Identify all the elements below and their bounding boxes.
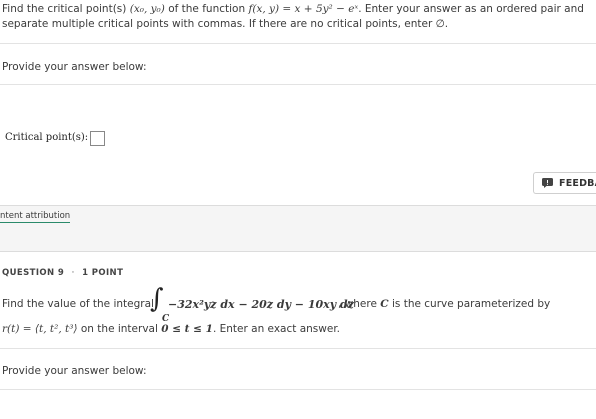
q9-interval-prefix: on the interval bbox=[80, 323, 158, 335]
divider bbox=[0, 43, 596, 44]
q9-param-expr: r(t) = ⟨t, t², t³⟩ bbox=[2, 323, 78, 335]
q9-curve-var: C bbox=[380, 298, 389, 310]
attribution-band bbox=[0, 205, 596, 251]
divider bbox=[0, 348, 596, 349]
divider bbox=[0, 251, 596, 252]
q9-prompt-prefix: Find the value of the integral bbox=[2, 298, 154, 310]
feedback-label: FEEDBACK bbox=[559, 177, 596, 189]
q9-header-sep: · bbox=[71, 268, 75, 278]
q8-function-expr: f(x, y) = x + 5y² − eˣ bbox=[248, 3, 359, 15]
integral-symbol: ∫ bbox=[150, 284, 164, 314]
q9-provide-answer-label: Provide your answer below: bbox=[2, 365, 147, 377]
q9-interval-suffix: . Enter an exact answer. bbox=[212, 323, 341, 335]
q8-prompt-prefix: Find the critical point(s) bbox=[2, 3, 127, 15]
q9-prompt-line-2: r(t) = ⟨t, t², t³⟩ on the interval 0 ≤ t… bbox=[2, 322, 340, 337]
q9-integrand: −32x²yz dx − 20z dy − 10xy dz bbox=[168, 298, 354, 311]
question-8-prompt-line-1: Find the critical point(s) (x₀, y₀) of t… bbox=[2, 2, 584, 17]
divider bbox=[0, 389, 596, 390]
q9-prompt-suffix: , where bbox=[338, 298, 377, 310]
q9-prompt-suffix2: is the curve parameterized by bbox=[391, 298, 551, 310]
q8-prompt-mid: of the function bbox=[168, 3, 246, 15]
divider bbox=[0, 205, 596, 206]
q9-number: QUESTION 9 bbox=[2, 268, 65, 278]
q8-provide-answer-label: Provide your answer below: bbox=[2, 61, 147, 73]
content-attribution-link[interactable]: ntent attribution bbox=[0, 211, 71, 223]
question-8-prompt-line-2: separate multiple critical points with c… bbox=[2, 18, 449, 30]
feedback-icon bbox=[542, 178, 553, 188]
critical-points-label: Critical point(s): bbox=[5, 132, 89, 143]
question-9-header: QUESTION 9 · 1 POINT bbox=[2, 268, 123, 278]
q9-points: 1 POINT bbox=[82, 268, 124, 278]
divider bbox=[0, 84, 596, 85]
feedback-button[interactable]: FEEDBACK bbox=[533, 172, 596, 194]
critical-points-input[interactable] bbox=[90, 131, 105, 146]
q8-prompt-suffix: . Enter your answer as an ordered pair a… bbox=[358, 3, 584, 15]
q8-point-notation: (x₀, y₀) bbox=[129, 3, 165, 15]
q9-interval-expr: 0 ≤ t ≤ 1 bbox=[161, 323, 213, 335]
q9-line1-suffix: , where C is the curve parameterized by bbox=[338, 297, 550, 312]
